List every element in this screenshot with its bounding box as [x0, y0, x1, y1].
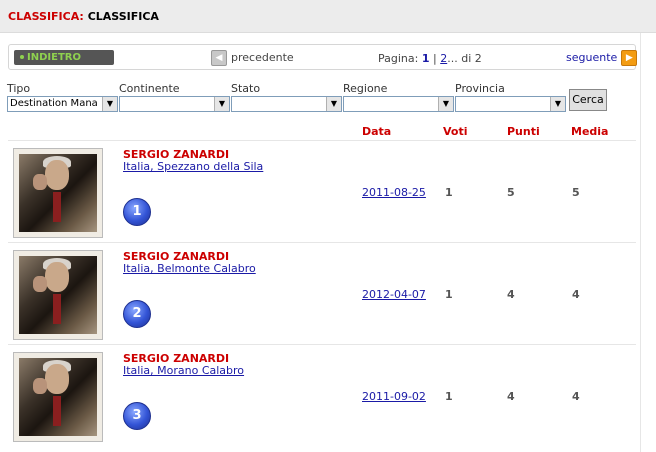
date-link[interactable]: 2011-08-25 — [362, 186, 426, 199]
filter-continente: Continente ▼ — [119, 82, 230, 112]
votes-value: 1 — [445, 186, 453, 199]
filter-label: Continente — [119, 82, 180, 95]
back-button[interactable]: INDIETRO — [14, 50, 114, 65]
column-header-date: Data — [362, 125, 392, 138]
average-value: 4 — [572, 288, 580, 301]
profile-photo[interactable] — [13, 352, 103, 442]
chevron-down-icon[interactable]: ▼ — [326, 97, 341, 111]
votes-value: 1 — [445, 288, 453, 301]
page-title-text: CLASSIFICA — [87, 10, 159, 23]
votes-value: 1 — [445, 390, 453, 403]
pager-prefix: Pagina: — [378, 52, 419, 65]
current-page: 1 — [421, 52, 430, 65]
regione-select[interactable]: ▼ — [343, 96, 454, 112]
location-link[interactable]: Italia, Spezzano della Sila — [123, 160, 263, 173]
stato-select[interactable]: ▼ — [231, 96, 342, 112]
filter-bar: Tipo Destination Mana ▼ Continente ▼ Stat… — [7, 82, 647, 114]
filter-tipo: Tipo Destination Mana ▼ — [7, 82, 118, 112]
next-label[interactable]: seguente — [566, 51, 617, 64]
filter-label: Tipo — [7, 82, 31, 95]
page-indicator: Pagina: 1 | 2... di 2 — [378, 52, 482, 65]
date-link[interactable]: 2011-09-02 — [362, 390, 426, 403]
pager-separator: | — [433, 52, 437, 65]
arrow-left-icon[interactable]: ◀ — [211, 49, 227, 66]
search-button[interactable]: Cerca — [569, 89, 607, 111]
previous-label[interactable]: precedente — [231, 51, 294, 64]
filter-label: Regione — [343, 82, 388, 95]
column-header-points: Punti — [507, 125, 540, 138]
tipo-select[interactable]: Destination Mana ▼ — [7, 96, 118, 112]
profile-photo[interactable] — [13, 250, 103, 340]
previous-page-link[interactable]: ◀ precedente — [211, 49, 294, 66]
filter-provincia: Provincia ▼ — [455, 82, 566, 112]
bullet-icon — [20, 55, 24, 59]
select-value: Destination Mana — [10, 98, 98, 109]
next-page-link[interactable]: seguente ▶ — [566, 49, 638, 66]
average-value: 5 — [572, 186, 580, 199]
profile-photo[interactable] — [13, 148, 103, 238]
ranking-row: SERGIO ZANARDI Italia, Morano Calabro 3 … — [8, 344, 636, 446]
filter-stato: Stato ▼ — [231, 82, 342, 112]
chevron-down-icon[interactable]: ▼ — [102, 97, 117, 111]
chevron-down-icon[interactable]: ▼ — [438, 97, 453, 111]
points-value: 5 — [507, 186, 515, 199]
filter-label: Stato — [231, 82, 261, 95]
location-link[interactable]: Italia, Belmonte Calabro — [123, 262, 256, 275]
rank-badge: 3 — [123, 402, 151, 430]
rank-badge: 2 — [123, 300, 151, 328]
location-link[interactable]: Italia, Morano Calabro — [123, 364, 244, 377]
column-header-votes: Voti — [443, 125, 468, 138]
ranking-row: SERGIO ZANARDI Italia, Spezzano della Si… — [8, 140, 636, 242]
filter-label: Provincia — [455, 82, 505, 95]
page-title-prefix: CLASSIFICA: — [8, 10, 84, 23]
ranking-row: SERGIO ZANARDI Italia, Belmonte Calabro … — [8, 242, 636, 344]
arrow-right-icon[interactable]: ▶ — [621, 49, 638, 66]
continente-select[interactable]: ▼ — [119, 96, 230, 112]
filter-regione: Regione ▼ — [343, 82, 454, 112]
pager-suffix: ... di 2 — [447, 52, 482, 65]
chevron-down-icon[interactable]: ▼ — [214, 97, 229, 111]
chevron-down-icon[interactable]: ▼ — [550, 97, 565, 111]
average-value: 4 — [572, 390, 580, 403]
provincia-select[interactable]: ▼ — [455, 96, 566, 112]
date-link[interactable]: 2012-04-07 — [362, 288, 426, 301]
points-value: 4 — [507, 288, 515, 301]
page-title: CLASSIFICA: CLASSIFICA — [8, 10, 159, 23]
rank-badge: 1 — [123, 198, 151, 226]
back-button-label: INDIETRO — [27, 52, 81, 63]
pagination-bar: INDIETRO ◀ precedente Pagina: 1 | 2... d… — [8, 44, 638, 70]
page-header: CLASSIFICA: CLASSIFICA — [0, 0, 656, 33]
column-header-average: Media — [571, 125, 609, 138]
points-value: 4 — [507, 390, 515, 403]
